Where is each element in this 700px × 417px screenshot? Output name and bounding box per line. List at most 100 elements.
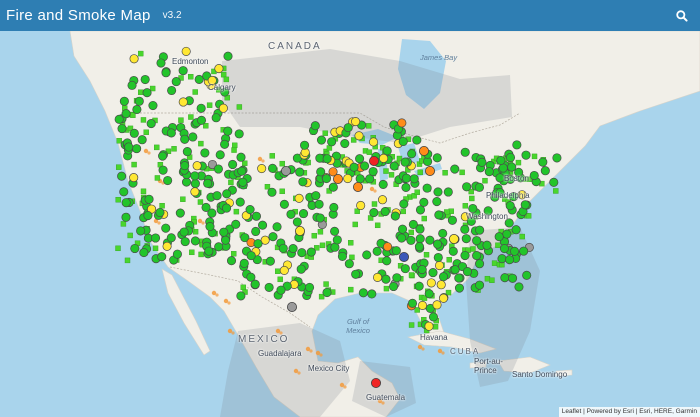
purpleair-sensor[interactable] [269, 153, 276, 159]
air-monitor[interactable] [251, 226, 261, 237]
air-monitor[interactable] [397, 118, 407, 128]
air-monitor[interactable] [175, 208, 185, 218]
air-monitor[interactable] [438, 228, 448, 238]
air-monitor[interactable] [397, 233, 407, 243]
air-monitor[interactable] [298, 209, 309, 219]
air-monitor[interactable] [414, 242, 424, 252]
air-monitor[interactable] [329, 202, 339, 212]
air-monitor[interactable] [400, 264, 410, 274]
air-monitor[interactable] [190, 187, 200, 197]
fire-marker[interactable] [157, 221, 161, 225]
map-attribution[interactable]: Leaflet | Powered by Esri | Esri, HERE, … [558, 407, 700, 417]
air-monitor[interactable] [397, 224, 408, 234]
air-monitor[interactable] [142, 88, 152, 98]
air-monitor[interactable] [143, 211, 153, 221]
air-monitor[interactable] [450, 265, 460, 275]
air-monitor[interactable] [508, 273, 518, 283]
air-monitor[interactable] [505, 201, 515, 211]
air-monitor[interactable] [161, 223, 171, 233]
air-monitor[interactable] [519, 246, 529, 256]
air-monitor[interactable] [137, 135, 147, 145]
air-monitor[interactable] [433, 252, 443, 263]
air-monitor[interactable] [219, 227, 229, 237]
air-monitor[interactable] [407, 149, 417, 159]
air-monitor[interactable] [157, 252, 167, 262]
air-monitor[interactable] [402, 173, 412, 183]
air-monitor[interactable] [362, 250, 372, 260]
air-monitor[interactable] [498, 163, 508, 173]
air-monitor[interactable] [178, 66, 188, 76]
air-monitor[interactable] [280, 165, 291, 176]
air-monitor[interactable] [448, 246, 458, 256]
air-monitor[interactable] [257, 164, 267, 174]
fire-marker[interactable] [231, 331, 235, 335]
purpleair-sensor[interactable] [197, 199, 204, 205]
purpleair-sensor[interactable] [231, 251, 237, 257]
air-monitor[interactable] [316, 135, 327, 145]
air-monitor[interactable] [214, 63, 224, 74]
air-monitor[interactable] [409, 174, 419, 184]
purpleair-sensor[interactable] [228, 179, 234, 186]
air-monitor[interactable] [344, 259, 354, 269]
air-monitor[interactable] [351, 269, 361, 279]
air-monitor[interactable] [432, 153, 442, 163]
air-monitor[interactable] [119, 96, 129, 106]
air-monitor[interactable] [367, 289, 377, 299]
purpleair-sensor[interactable] [198, 140, 204, 147]
air-monitor[interactable] [358, 288, 368, 298]
purpleair-sensor[interactable] [495, 242, 501, 248]
air-monitor[interactable] [172, 249, 182, 259]
air-monitor[interactable] [428, 312, 439, 322]
purpleair-sensor[interactable] [525, 213, 532, 219]
air-monitor[interactable] [130, 243, 140, 254]
air-monitor[interactable] [245, 205, 255, 215]
air-monitor[interactable] [296, 264, 306, 274]
air-monitor[interactable] [231, 219, 241, 229]
air-monitor[interactable] [182, 147, 192, 157]
air-monitor[interactable] [414, 281, 424, 291]
fire-marker[interactable] [319, 353, 323, 357]
air-monitor[interactable] [389, 161, 399, 171]
air-monitor[interactable] [520, 200, 530, 210]
air-monitor[interactable] [392, 273, 402, 283]
air-monitor[interactable] [352, 181, 363, 192]
purpleair-sensor[interactable] [317, 229, 324, 235]
air-monitor[interactable] [321, 174, 332, 184]
air-monitor[interactable] [370, 377, 381, 388]
purpleair-sensor[interactable] [198, 251, 204, 258]
air-monitor[interactable] [295, 167, 305, 177]
purpleair-sensor[interactable] [322, 130, 328, 136]
air-monitor[interactable] [134, 96, 144, 106]
air-monitor[interactable] [511, 225, 521, 235]
air-monitor[interactable] [502, 229, 512, 239]
purpleair-sensor[interactable] [489, 277, 495, 283]
air-monitor[interactable] [158, 151, 168, 161]
air-monitor[interactable] [522, 270, 532, 280]
air-monitor[interactable] [300, 140, 310, 150]
air-monitor[interactable] [433, 187, 443, 197]
air-monitor[interactable] [236, 291, 246, 301]
air-monitor[interactable] [462, 267, 473, 277]
purpleair-sensor[interactable] [138, 89, 144, 95]
air-monitor[interactable] [180, 161, 190, 171]
air-monitor[interactable] [258, 220, 268, 230]
air-monitor[interactable] [253, 239, 263, 249]
air-monitor[interactable] [278, 243, 288, 253]
purpleair-sensor[interactable] [116, 164, 122, 170]
air-monitor[interactable] [454, 283, 465, 293]
air-monitor[interactable] [181, 46, 191, 56]
air-monitor[interactable] [310, 121, 320, 131]
fire-marker[interactable] [261, 159, 265, 163]
fire-marker[interactable] [297, 371, 301, 375]
air-monitor[interactable] [215, 150, 225, 160]
air-monitor[interactable] [272, 222, 282, 232]
air-monitor[interactable] [311, 191, 321, 201]
air-monitor[interactable] [228, 159, 238, 170]
air-monitor[interactable] [514, 282, 524, 292]
air-monitor[interactable] [460, 250, 470, 261]
air-monitor[interactable] [190, 236, 200, 246]
purpleair-sensor[interactable] [519, 233, 525, 240]
air-monitor[interactable] [171, 77, 181, 87]
air-monitor[interactable] [406, 235, 416, 245]
air-monitor[interactable] [428, 268, 438, 278]
